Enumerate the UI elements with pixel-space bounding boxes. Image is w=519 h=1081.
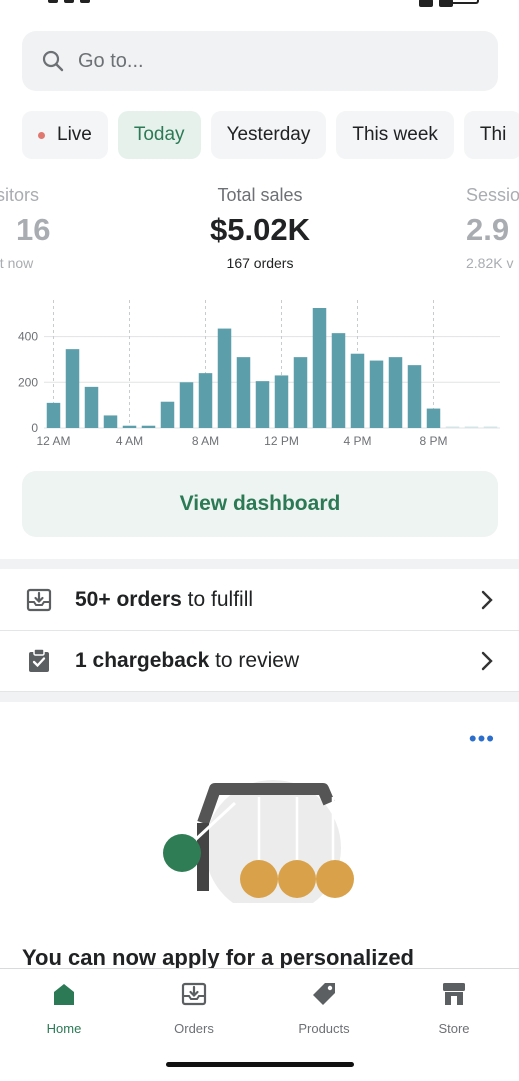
search-placeholder: Go to... bbox=[78, 49, 144, 72]
home-icon bbox=[54, 984, 74, 1005]
bar-3pm bbox=[331, 333, 346, 428]
metric-total-sales-value: $5.02K bbox=[210, 212, 310, 247]
chip-this-week[interactable]: This week bbox=[336, 111, 454, 159]
y-tick-label: 400 bbox=[18, 330, 38, 344]
task-text: 1 chargeback to review bbox=[75, 649, 300, 672]
search-bar[interactable]: Go to... bbox=[22, 31, 498, 91]
chevron-right-icon bbox=[481, 590, 493, 610]
metric-sessions-sub: 2.82K v bbox=[466, 255, 514, 271]
bar-10am bbox=[236, 357, 251, 428]
bar-2pm bbox=[312, 308, 327, 428]
status-time bbox=[48, 0, 118, 4]
date-filter-chips: Live Today Yesterday This week Thi bbox=[22, 111, 519, 161]
metric-visitors[interactable]: isitors 16 ht now bbox=[0, 185, 62, 271]
y-tick-label: 0 bbox=[31, 421, 38, 435]
bar-9pm bbox=[445, 426, 460, 428]
chevron-right-icon bbox=[481, 651, 493, 671]
bar-8pm bbox=[426, 408, 441, 428]
x-tick-label: 12 PM bbox=[264, 434, 299, 448]
task-orders-to-fulfill[interactable]: 50+ orders to fulfill bbox=[0, 570, 519, 631]
metric-visitors-label: isitors bbox=[0, 185, 40, 205]
home-indicator bbox=[166, 1062, 354, 1067]
metric-sessions[interactable]: Sessio 2.9 2.82K v bbox=[466, 185, 519, 271]
metric-total-sales-sub: 167 orders bbox=[226, 255, 294, 271]
newtons-cradle-illustration bbox=[155, 773, 365, 903]
bar-6am bbox=[160, 401, 175, 428]
search-icon bbox=[42, 50, 64, 72]
sales-bar-chart: 0 200 400 12 AM 4 AM 8 AM 12 PM 4 PM 8 PM bbox=[18, 300, 500, 448]
metric-visitors-sub: ht now bbox=[0, 255, 34, 271]
bar-7am bbox=[179, 382, 194, 428]
status-indicators bbox=[413, 0, 453, 12]
task-chargeback-review[interactable]: 1 chargeback to review bbox=[0, 631, 519, 692]
section-divider bbox=[0, 692, 519, 702]
bar-12pm bbox=[274, 375, 289, 428]
task-text: 50+ orders to fulfill bbox=[75, 588, 254, 611]
chip-yesterday[interactable]: Yesterday bbox=[210, 111, 327, 159]
tab-orders[interactable]: Orders bbox=[144, 981, 244, 1036]
x-tick-label: 4 PM bbox=[343, 434, 371, 448]
tag-icon bbox=[313, 983, 335, 1005]
view-dashboard-button[interactable]: View dashboard bbox=[22, 471, 498, 537]
bar-4am bbox=[122, 425, 137, 428]
metric-total-sales-label: Total sales bbox=[217, 185, 303, 205]
tab-home[interactable]: Home bbox=[14, 981, 114, 1036]
metric-sessions-value: 2.9 bbox=[466, 212, 510, 247]
x-tick-label: 8 AM bbox=[192, 434, 219, 448]
tab-store[interactable]: Store bbox=[404, 981, 504, 1036]
orders-icon bbox=[181, 982, 207, 1006]
metric-visitors-value: 16 bbox=[16, 212, 51, 247]
inbox-icon bbox=[26, 588, 52, 612]
promo-headline: You can now apply for a personalized bbox=[22, 945, 414, 969]
chip-live[interactable]: Live bbox=[22, 111, 108, 159]
bar-6pm bbox=[388, 357, 403, 428]
y-tick-label: 200 bbox=[18, 375, 38, 389]
x-tick-label: 8 PM bbox=[419, 434, 447, 448]
bar-11am bbox=[255, 381, 270, 428]
chip-this-month[interactable]: Thi bbox=[463, 111, 519, 159]
store-icon bbox=[443, 983, 465, 1005]
bar-12am bbox=[46, 402, 61, 428]
bar-7pm bbox=[407, 365, 422, 428]
metric-sessions-label: Sessio bbox=[466, 185, 519, 205]
more-options-icon[interactable]: ••• bbox=[469, 728, 495, 750]
bar-4pm bbox=[350, 353, 365, 428]
bar-11pm bbox=[483, 426, 498, 428]
bar-1pm bbox=[293, 357, 308, 428]
bar-5am bbox=[141, 425, 156, 428]
bar-9am bbox=[217, 328, 232, 428]
bar-5pm bbox=[369, 360, 384, 428]
bar-2am bbox=[84, 386, 99, 428]
section-divider bbox=[0, 559, 519, 569]
metric-total-sales[interactable]: Total sales $5.02K 167 orders bbox=[160, 185, 360, 271]
clipboard-check-icon bbox=[29, 648, 49, 672]
chip-today[interactable]: Today bbox=[117, 111, 201, 159]
tab-products[interactable]: Products bbox=[274, 981, 374, 1036]
battery-icon bbox=[449, 0, 479, 4]
status-bar bbox=[0, 0, 519, 14]
x-tick-label: 4 AM bbox=[116, 434, 143, 448]
bar-1am bbox=[65, 349, 80, 428]
bar-3am bbox=[103, 415, 118, 428]
bar-10pm bbox=[464, 426, 479, 428]
bar-8am bbox=[198, 373, 213, 428]
x-tick-label: 12 AM bbox=[36, 434, 70, 448]
live-dot-icon bbox=[38, 131, 45, 139]
